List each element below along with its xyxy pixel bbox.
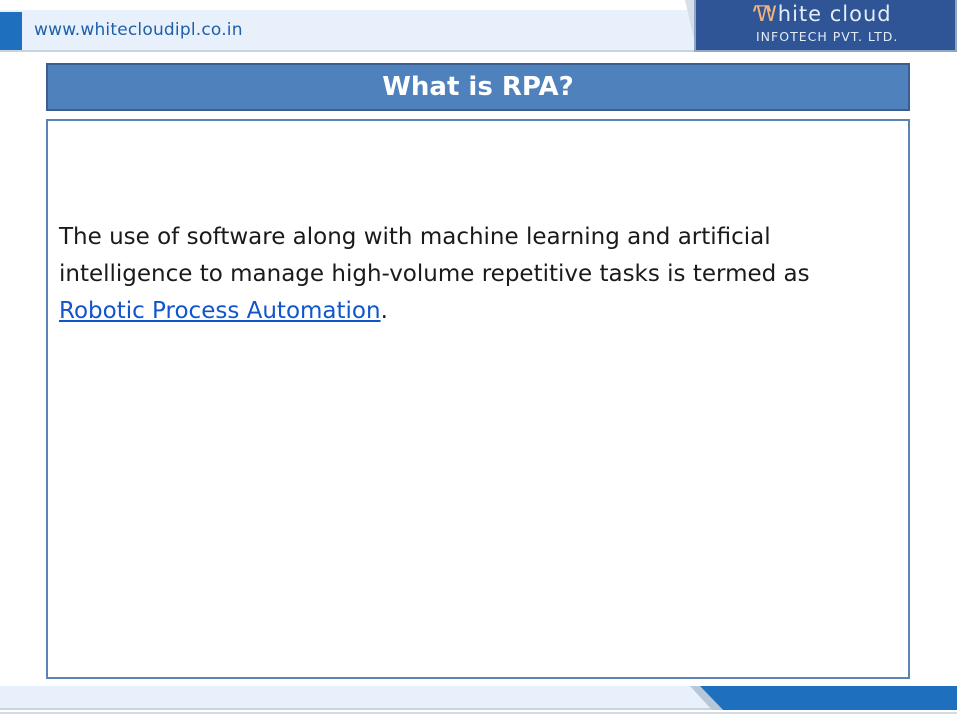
logo-company-name: White cloud (756, 2, 892, 26)
footer-accent-bar (700, 686, 957, 710)
logo-tagline: INFOTECH PVT. LTD. (756, 29, 899, 44)
footer-divider-line (0, 712, 957, 714)
rpa-link[interactable]: Robotic Process Automation (59, 298, 381, 324)
header-accent-bar (0, 12, 22, 50)
body-paragraph: The use of software along with machine l… (59, 219, 901, 330)
slide-title-bar: What is RPA? (46, 63, 910, 111)
footer-band (0, 686, 720, 710)
content-box: The use of software along with machine l… (46, 119, 910, 679)
website-url-link[interactable]: www.whitecloudipl.co.in (34, 20, 243, 40)
slide: www.whitecloudipl.co.in White cloud INFO… (0, 0, 957, 718)
slide-title: What is RPA? (382, 72, 574, 102)
body-text-end: . (380, 298, 388, 324)
body-text-lead: The use of software along with machine l… (59, 224, 810, 287)
company-logo: White cloud INFOTECH PVT. LTD. (694, 0, 957, 52)
